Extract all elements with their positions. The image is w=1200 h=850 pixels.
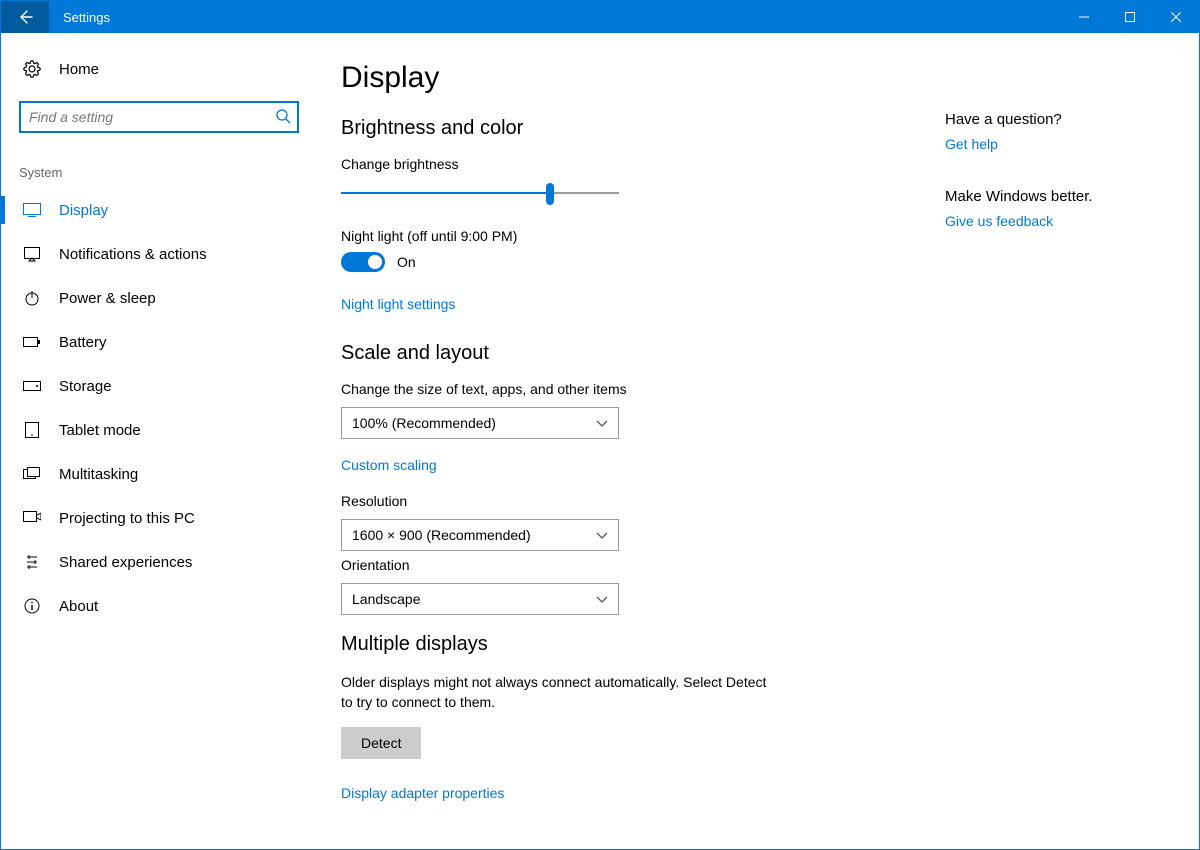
projecting-icon — [23, 509, 41, 527]
gear-icon — [23, 60, 41, 78]
titlebar: Settings — [1, 1, 1199, 33]
chevron-down-icon — [596, 591, 608, 607]
sidebar-item-notifications[interactable]: Notifications & actions — [1, 232, 313, 276]
back-button[interactable] — [1, 1, 49, 33]
notifications-icon — [23, 245, 41, 263]
section-brightness-heading: Brightness and color — [341, 117, 901, 140]
night-light-label: Night light (off until 9:00 PM) — [341, 228, 901, 244]
minimize-icon — [1079, 12, 1089, 22]
chevron-down-icon — [596, 527, 608, 543]
sidebar-item-label: Storage — [59, 378, 112, 395]
page-title: Display — [341, 61, 901, 95]
window-title: Settings — [49, 1, 110, 33]
tablet-icon — [23, 421, 41, 439]
multiple-displays-text: Older displays might not always connect … — [341, 672, 771, 713]
sidebar-item-power-sleep[interactable]: Power & sleep — [1, 276, 313, 320]
info-icon — [23, 597, 41, 615]
sidebar-item-label: Notifications & actions — [59, 246, 207, 263]
home-label: Home — [59, 61, 99, 78]
arrow-left-icon — [17, 9, 33, 25]
maximize-button[interactable] — [1107, 1, 1153, 33]
main-content: Display Brightness and color Change brig… — [313, 33, 1199, 849]
sidebar-item-battery[interactable]: Battery — [1, 320, 313, 364]
orientation-label: Orientation — [341, 557, 901, 573]
power-icon — [23, 289, 41, 307]
sidebar-item-label: Shared experiences — [59, 554, 192, 571]
sidebar-item-storage[interactable]: Storage — [1, 364, 313, 408]
sidebar-item-label: Display — [59, 202, 108, 219]
resolution-dropdown[interactable]: 1600 × 900 (Recommended) — [341, 519, 619, 551]
sidebar-item-label: Power & sleep — [59, 290, 156, 307]
chevron-down-icon — [596, 415, 608, 431]
night-light-settings-link[interactable]: Night light settings — [341, 296, 455, 312]
shared-icon — [23, 553, 41, 571]
close-icon — [1171, 12, 1181, 22]
sidebar-item-label: Projecting to this PC — [59, 510, 195, 527]
search-icon — [275, 108, 291, 129]
detect-button[interactable]: Detect — [341, 727, 421, 759]
night-light-state: On — [397, 254, 416, 270]
dropdown-value: Landscape — [352, 591, 421, 607]
sidebar-item-projecting[interactable]: Projecting to this PC — [1, 496, 313, 540]
resolution-label: Resolution — [341, 493, 901, 509]
sidebar-item-label: Battery — [59, 334, 107, 351]
multitasking-icon — [23, 465, 41, 483]
sidebar-item-display[interactable]: Display — [1, 188, 313, 232]
sidebar-item-shared-experiences[interactable]: Shared experiences — [1, 540, 313, 584]
home-nav[interactable]: Home — [1, 47, 313, 91]
minimize-button[interactable] — [1061, 1, 1107, 33]
maximize-icon — [1125, 12, 1135, 22]
feedback-heading: Make Windows better. — [945, 188, 1175, 205]
scale-size-dropdown[interactable]: 100% (Recommended) — [341, 407, 619, 439]
question-heading: Have a question? — [945, 111, 1175, 128]
help-aside: Have a question? Get help Make Windows b… — [945, 61, 1175, 849]
sidebar-item-about[interactable]: About — [1, 584, 313, 628]
search-input[interactable] — [19, 101, 299, 133]
search-box[interactable] — [19, 101, 299, 133]
display-adapter-link[interactable]: Display adapter properties — [341, 785, 504, 801]
storage-icon — [23, 377, 41, 395]
dropdown-value: 100% (Recommended) — [352, 415, 496, 431]
sidebar-item-label: Tablet mode — [59, 422, 141, 439]
feedback-link[interactable]: Give us feedback — [945, 213, 1175, 229]
brightness-label: Change brightness — [341, 156, 901, 172]
scale-size-label: Change the size of text, apps, and other… — [341, 381, 901, 397]
settings-window: Settings Home — [0, 0, 1200, 850]
sidebar: Home System Display Notifications & acti… — [1, 33, 313, 849]
sidebar-item-tablet-mode[interactable]: Tablet mode — [1, 408, 313, 452]
display-icon — [23, 201, 41, 219]
slider-thumb[interactable] — [546, 183, 554, 205]
battery-icon — [23, 333, 41, 351]
close-button[interactable] — [1153, 1, 1199, 33]
dropdown-value: 1600 × 900 (Recommended) — [352, 527, 531, 543]
sidebar-item-multitasking[interactable]: Multitasking — [1, 452, 313, 496]
category-label: System — [1, 141, 313, 188]
orientation-dropdown[interactable]: Landscape — [341, 583, 619, 615]
section-scale-heading: Scale and layout — [341, 342, 901, 365]
brightness-slider[interactable] — [341, 182, 619, 206]
get-help-link[interactable]: Get help — [945, 136, 1175, 152]
sidebar-item-label: About — [59, 598, 98, 615]
sidebar-item-label: Multitasking — [59, 466, 138, 483]
night-light-toggle[interactable] — [341, 252, 385, 272]
custom-scaling-link[interactable]: Custom scaling — [341, 457, 437, 473]
section-multiple-displays-heading: Multiple displays — [341, 633, 901, 656]
